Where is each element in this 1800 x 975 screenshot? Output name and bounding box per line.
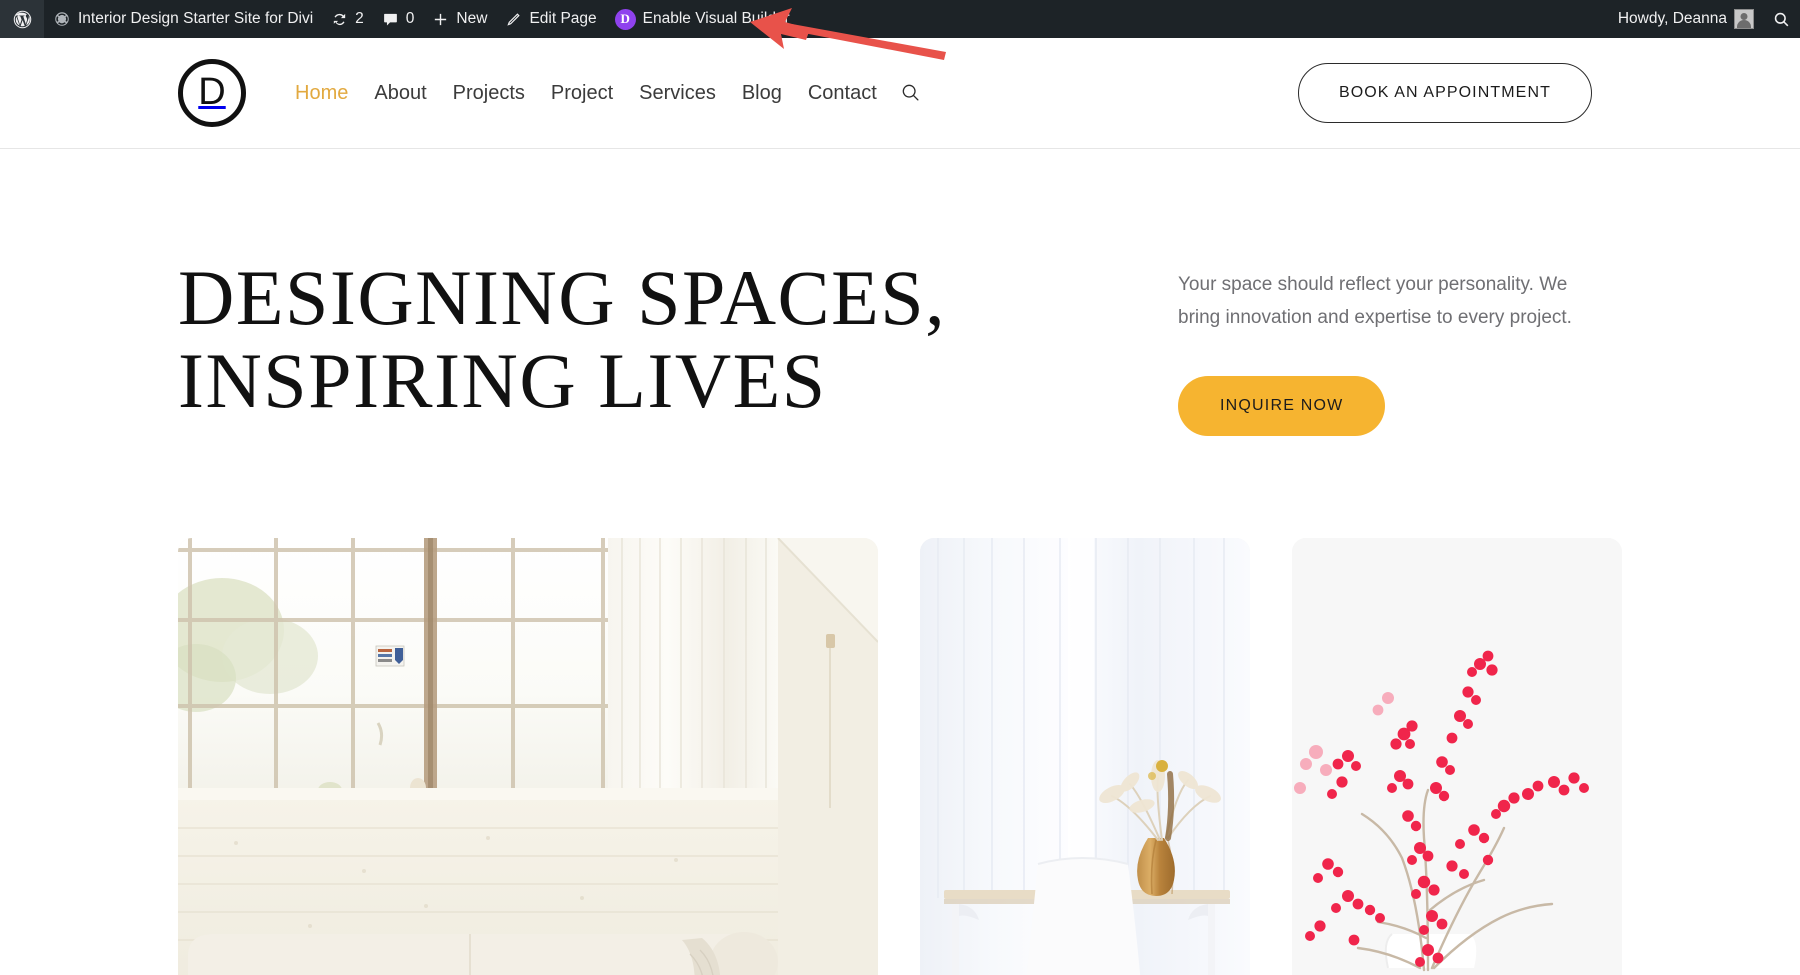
update-icon: [331, 11, 348, 28]
new-label: New: [456, 10, 488, 27]
plus-icon: [432, 11, 449, 28]
site-name-menu[interactable]: Interior Design Starter Site for Divi: [44, 0, 322, 38]
header-actions: BOOK AN APPOINTMENT: [1297, 63, 1592, 123]
gallery-image-red-berries[interactable]: [1292, 538, 1622, 975]
book-appointment-button[interactable]: BOOK AN APPOINTMENT: [1297, 63, 1592, 123]
red-berry-branches-photo: [1292, 538, 1622, 975]
nav-item-blog[interactable]: Blog: [729, 82, 795, 105]
updates-count: 2: [355, 10, 364, 27]
image-gallery: [0, 538, 1800, 975]
search-icon: [1772, 10, 1791, 29]
nav-item-about[interactable]: About: [361, 82, 439, 105]
avatar: [1734, 9, 1754, 29]
gallery-image-loft-interior[interactable]: [178, 538, 878, 975]
header-search-button[interactable]: [900, 82, 922, 104]
comments-count: 0: [405, 10, 415, 27]
enable-visual-builder-menu[interactable]: D Enable Visual Builder: [606, 0, 799, 38]
site-logo-letter: D: [198, 71, 226, 113]
nav-item-projects[interactable]: Projects: [440, 82, 538, 105]
comment-bubble-icon: [382, 11, 399, 28]
edit-page-label: Edit Page: [529, 10, 597, 27]
nav-item-project[interactable]: Project: [538, 82, 626, 105]
hero-section: DESIGNING SPACES, INSPIRING LIVES Your s…: [0, 149, 1800, 437]
site-name-label: Interior Design Starter Site for Divi: [78, 10, 314, 27]
nav-item-home[interactable]: Home: [282, 82, 361, 105]
nav-item-services[interactable]: Services: [626, 82, 729, 105]
new-content-menu[interactable]: New: [423, 0, 496, 38]
my-account-menu[interactable]: Howdy, Deanna: [1609, 0, 1763, 38]
loft-interior-photo: [178, 538, 878, 975]
page-title: DESIGNING SPACES, INSPIRING LIVES: [178, 254, 947, 424]
pencil-icon: [505, 11, 522, 28]
wordpress-logo-menu[interactable]: [0, 0, 44, 38]
hero-description: Your space should reflect your personali…: [1178, 274, 1572, 328]
edit-page-menu[interactable]: Edit Page: [496, 0, 605, 38]
primary-navigation: Home About Projects Project Services Blo…: [282, 82, 922, 105]
admin-bar-left-group: Interior Design Starter Site for Divi 2 …: [0, 0, 799, 38]
hero-left-column: DESIGNING SPACES, INSPIRING LIVES: [178, 254, 1058, 424]
divi-logo-icon: D: [614, 8, 636, 30]
admin-bar-search-button[interactable]: [1763, 0, 1800, 38]
wordpress-logo-icon: [12, 9, 33, 30]
site-dashboard-icon: [53, 10, 71, 28]
admin-bar-right-group: Howdy, Deanna: [1609, 0, 1800, 38]
wordpress-admin-bar: Interior Design Starter Site for Divi 2 …: [0, 0, 1800, 60]
site-header: D Home About Projects Project Services B…: [0, 38, 1800, 149]
updates-menu[interactable]: 2: [322, 0, 373, 38]
howdy-label: Howdy, Deanna: [1617, 10, 1727, 27]
gallery-image-desk-and-chair[interactable]: [920, 538, 1250, 975]
hero-right-column: Your space should reflect your personali…: [1178, 257, 1592, 437]
search-icon: [902, 84, 919, 101]
inquire-now-button[interactable]: INQUIRE NOW: [1178, 376, 1386, 437]
comments-menu[interactable]: 0: [373, 0, 424, 38]
site-logo[interactable]: D: [178, 59, 246, 127]
nav-item-contact[interactable]: Contact: [795, 82, 890, 105]
desk-chair-photo: [920, 538, 1250, 975]
enable-visual-builder-label: Enable Visual Builder: [642, 10, 790, 27]
